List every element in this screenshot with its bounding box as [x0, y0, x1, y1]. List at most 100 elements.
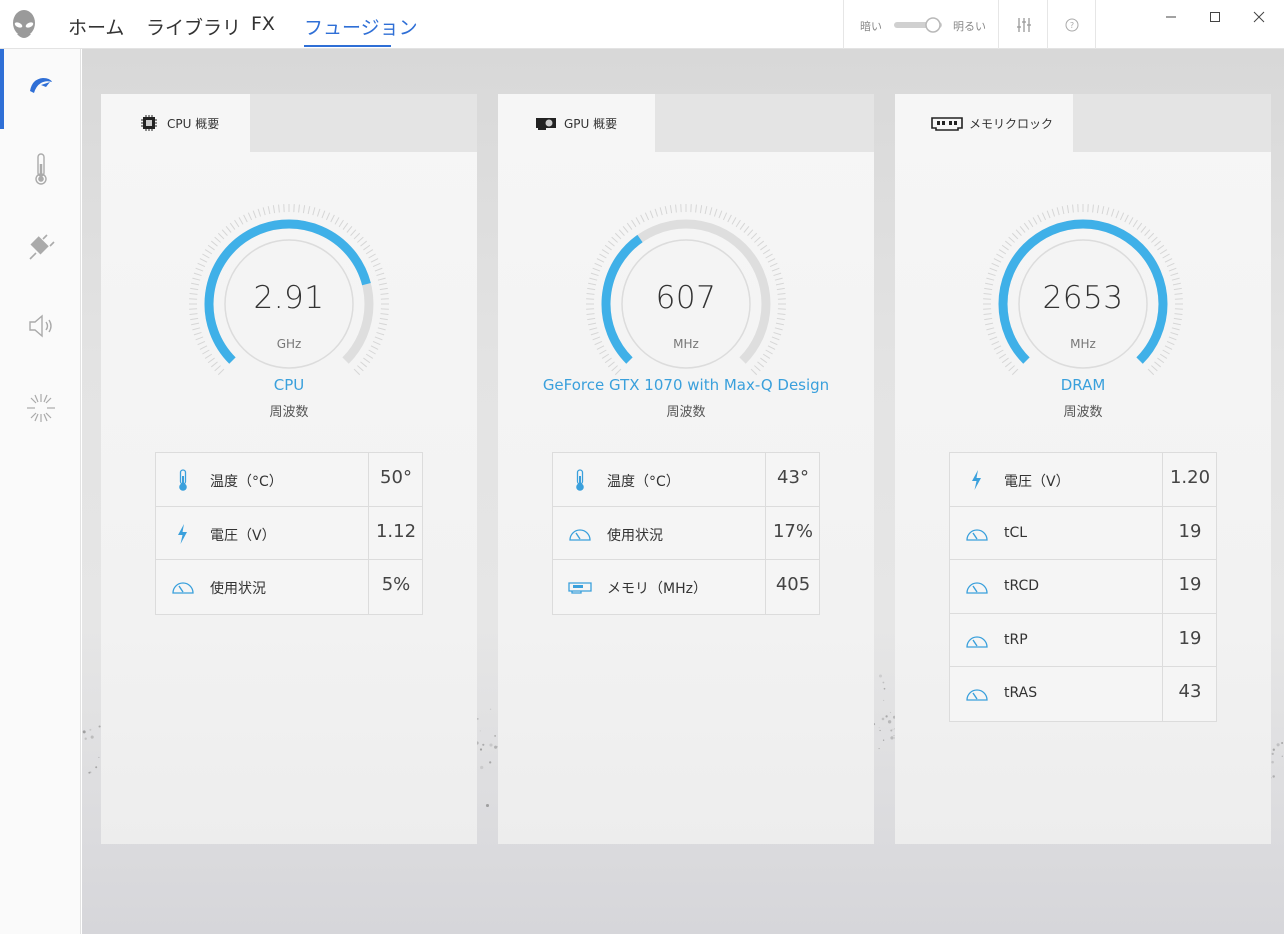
thermometer-icon	[576, 469, 584, 491]
device-name: CPU	[273, 376, 305, 394]
memory-clock-panel: メモリクロック 2653 MHz DRAM 周波数 電圧（V） 1.20 tCL…	[895, 94, 1271, 844]
tab-fx[interactable]: FX	[251, 13, 275, 35]
tab-memory-clock[interactable]: メモリクロック	[895, 94, 1073, 152]
active-tab-underline	[304, 45, 391, 47]
gpu-card-icon	[536, 118, 556, 130]
maximize-button[interactable]	[1192, 4, 1238, 30]
sidebar-item-performance[interactable]	[22, 66, 60, 104]
gauge-unit: MHz	[673, 337, 699, 351]
maximize-icon	[1210, 12, 1220, 22]
lightning-icon	[972, 470, 981, 490]
toolbar-divider	[998, 0, 999, 49]
tab-library[interactable]: ライブラリ	[146, 13, 241, 40]
stat-value: 50°	[380, 467, 412, 488]
panel-tab-label: CPU 概要	[167, 116, 220, 131]
ram-module-icon	[931, 117, 963, 131]
stat-label: 温度（°C）	[607, 474, 680, 490]
speedometer-icon	[966, 582, 988, 594]
toolbar-divider	[1095, 0, 1096, 49]
stat-label: メモリ（MHz）	[607, 581, 707, 597]
gauge-value: 2.91	[253, 280, 325, 316]
minimize-button[interactable]	[1148, 4, 1194, 30]
memory-card-icon	[568, 582, 592, 594]
alien-logo-icon[interactable]	[8, 8, 40, 42]
svg-text:?: ?	[1070, 21, 1074, 30]
toolbar-divider	[843, 0, 844, 49]
equalizer-settings-icon[interactable]	[1014, 15, 1034, 35]
sidebar-item-lighting[interactable]	[22, 389, 60, 427]
lighting-burst-icon	[27, 394, 55, 422]
theme-light-label: 明るい	[953, 20, 986, 33]
device-name: GeForce GTX 1070 with Max-Q Design	[542, 376, 830, 394]
stat-row: 温度（°C） 50°	[156, 453, 422, 507]
device-subtitle: 周波数	[269, 405, 309, 420]
gauge-value: 607	[655, 280, 717, 316]
stat-value: 1.20	[1169, 467, 1211, 488]
close-icon	[1253, 11, 1265, 23]
speaker-icon	[29, 314, 52, 338]
panel-tab-label: GPU 概要	[564, 116, 618, 131]
stat-label: tCL	[1004, 524, 1028, 541]
stat-label: 使用状況	[607, 527, 663, 544]
sidebar-active-indicator	[0, 49, 4, 129]
minimize-icon	[1166, 16, 1176, 18]
gpu-stats-table: 温度（°C） 43° 使用状況 17% メモリ（MHz） 405	[552, 452, 820, 615]
gpu-overview-panel: GPU 概要 607 MHz GeForce GTX 1070 with Max…	[498, 94, 874, 844]
title-bar: ホーム ライブラリ FX フュージョン 暗い 明るい ?	[0, 0, 1284, 49]
stat-value: 43°	[777, 467, 809, 488]
gauge-value: 2653	[1042, 280, 1124, 316]
sidebar	[0, 49, 81, 934]
theme-dark-label: 暗い	[860, 20, 882, 33]
cpu-overview-panel: CPU 概要 2.91 GHz CPU 周波数 温度（°C） 50° 電圧（V）…	[101, 94, 477, 844]
speedometer-icon	[569, 528, 591, 541]
thermometer-icon	[179, 469, 187, 491]
speedometer-icon	[172, 582, 194, 594]
stat-value: 5%	[381, 574, 411, 595]
speedometer-icon	[966, 689, 988, 701]
stat-value: 1.12	[375, 520, 417, 542]
stat-row: 電圧（V） 1.12	[156, 506, 422, 560]
stat-row: tRP 19	[950, 613, 1216, 667]
stat-row: 電圧（V） 1.20	[950, 453, 1216, 507]
stat-label: tRCD	[1004, 578, 1040, 594]
help-icon[interactable]: ?	[1063, 16, 1081, 34]
memory-stats-table: 電圧（V） 1.20 tCL 19 tRCD 19 tRP 19 tRAS 43	[949, 452, 1217, 722]
stat-value: 43	[1178, 681, 1202, 702]
gauge-unit: MHz	[1070, 337, 1096, 351]
gauge-unit: GHz	[276, 337, 302, 351]
stat-label: tRAS	[1004, 685, 1038, 701]
performance-icon	[30, 78, 52, 93]
toolbar-divider	[1047, 0, 1048, 49]
theme-toggle-switch[interactable]	[893, 17, 943, 33]
stat-label: 温度（°C）	[210, 474, 283, 490]
sidebar-item-power[interactable]	[22, 229, 60, 267]
cpu-stats-table: 温度（°C） 50° 電圧（V） 1.12 使用状況 5%	[155, 452, 423, 615]
tab-home[interactable]: ホーム	[68, 13, 124, 40]
thermometer-icon	[35, 153, 47, 185]
stat-row: 温度（°C） 43°	[553, 453, 819, 507]
lightning-icon	[178, 523, 187, 544]
stat-row: 使用状況 5%	[156, 560, 422, 614]
device-subtitle: 周波数	[666, 405, 706, 420]
speedometer-icon	[966, 528, 988, 541]
stat-value: 19	[1178, 627, 1202, 649]
power-plug-icon	[29, 234, 55, 260]
stat-row: メモリ（MHz） 405	[553, 560, 819, 614]
tab-gpu-overview[interactable]: GPU 概要	[498, 94, 655, 152]
stat-row: tRAS 43	[950, 667, 1216, 721]
stat-label: 電圧（V）	[1004, 474, 1070, 490]
fusion-main-area: CPU 概要 2.91 GHz CPU 周波数 温度（°C） 50° 電圧（V）…	[82, 49, 1284, 934]
stat-value: 405	[775, 574, 811, 595]
close-button[interactable]	[1236, 4, 1282, 30]
tab-cpu-overview[interactable]: CPU 概要	[101, 94, 250, 152]
stat-value: 19	[1178, 574, 1202, 595]
stat-row: 使用状況 17%	[553, 506, 819, 560]
speedometer-icon	[966, 635, 988, 648]
device-subtitle: 周波数	[1063, 405, 1103, 420]
sidebar-item-thermal[interactable]	[22, 150, 60, 188]
stat-row: tCL 19	[950, 506, 1216, 560]
tab-fusion[interactable]: フュージョン	[304, 13, 418, 40]
cpu-chip-icon	[141, 115, 157, 131]
stat-label: 電圧（V）	[210, 527, 276, 544]
sidebar-item-audio[interactable]	[22, 307, 60, 345]
